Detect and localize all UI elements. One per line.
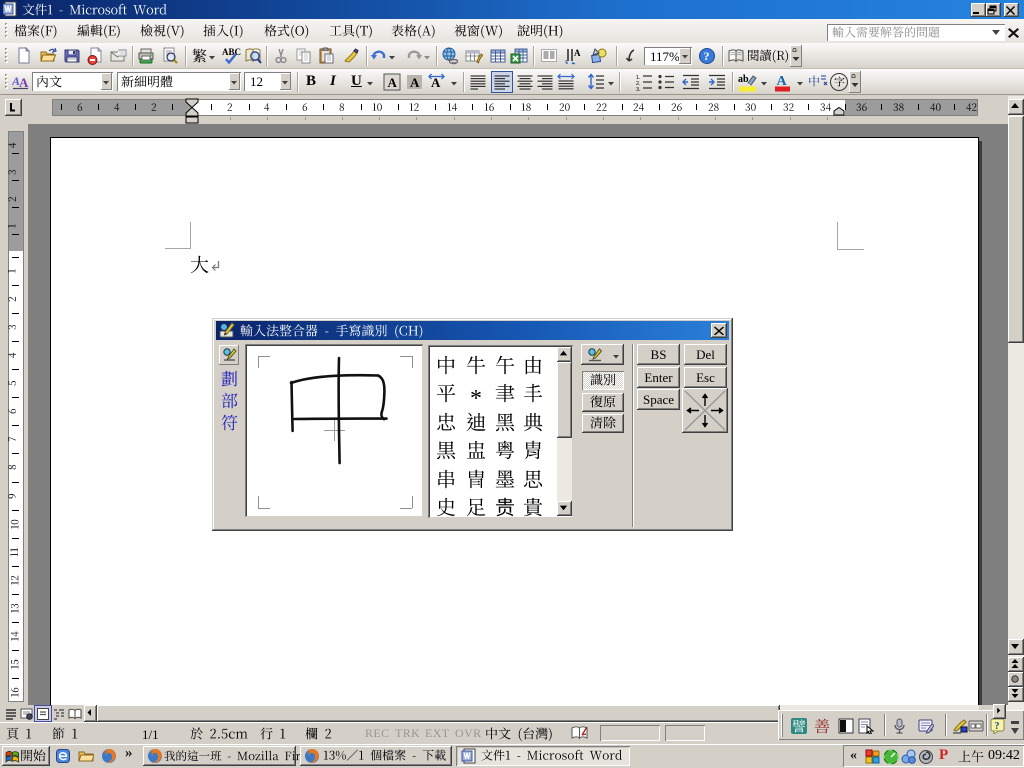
svg-text:A: A — [431, 75, 441, 90]
svg-text:?: ? — [995, 721, 1000, 732]
svg-text:A: A — [410, 75, 420, 90]
svg-text:A: A — [388, 75, 398, 90]
svg-text:?: ? — [704, 49, 710, 63]
svg-text:A: A — [574, 48, 581, 58]
svg-text:A: A — [19, 75, 29, 90]
svg-text:ABC: ABC — [222, 47, 241, 57]
svg-text:ab: ab — [738, 74, 749, 85]
svg-text:3.: 3. — [636, 87, 641, 91]
